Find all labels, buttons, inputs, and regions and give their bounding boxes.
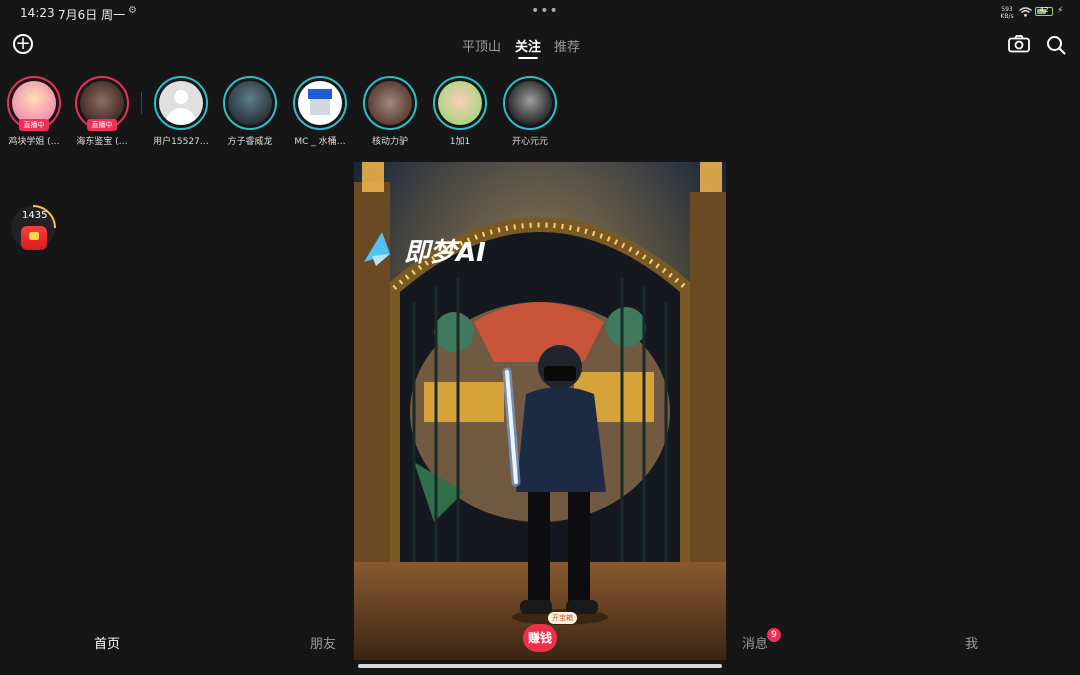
live-badge: 直播中	[19, 119, 49, 131]
story-name: 海东鉴宝 (…	[76, 137, 128, 147]
story-name: 用户15527…	[153, 137, 209, 147]
red-packet-icon[interactable]	[21, 226, 47, 250]
treasure-tag: 开宝箱	[548, 612, 577, 624]
nav-friends[interactable]: 朋友	[310, 633, 336, 652]
search-icon[interactable]	[1046, 35, 1066, 55]
story-item[interactable]: 1加1	[425, 76, 495, 147]
battery-icon: 42	[1035, 6, 1053, 16]
story-item[interactable]: 核动力驴	[355, 76, 425, 147]
charging-icon: ⚡	[1057, 6, 1064, 16]
more-dots-icon[interactable]: •••	[531, 3, 559, 19]
selected-tab-indicator	[518, 57, 538, 59]
avatar	[368, 81, 412, 125]
story-name: 核动力驴	[371, 137, 408, 147]
story-item[interactable]: 方子睿威龙	[215, 76, 285, 147]
story-name: 鸡块学姐 (…	[8, 137, 60, 147]
story-item[interactable]: MC _ 水桶…	[285, 76, 355, 147]
tab-following[interactable]: 关注	[515, 36, 541, 55]
story-item[interactable]: 开心元元	[495, 76, 565, 147]
status-time: 14:23	[20, 6, 55, 20]
story-divider	[141, 92, 142, 114]
story-item[interactable]: 直播中 海东鉴宝 (…	[67, 76, 137, 147]
messages-badge: 9	[767, 628, 781, 642]
camera-icon[interactable]	[1008, 35, 1030, 53]
tab-location[interactable]: 平顶山	[462, 36, 501, 55]
settings-status-icon: ⚙	[128, 5, 137, 16]
story-item[interactable]: 用户15527…	[146, 76, 216, 147]
earn-button[interactable]: 赚钱	[523, 624, 557, 652]
tab-recommend[interactable]: 推荐	[554, 36, 580, 55]
nav-me[interactable]: 我	[965, 633, 978, 652]
live-badge: 直播中	[87, 119, 117, 131]
avatar	[228, 81, 272, 125]
video-watermark: 即梦AI	[404, 238, 486, 268]
status-date: 7月6日 周一	[58, 8, 126, 22]
avatar	[508, 81, 552, 125]
nav-messages[interactable]: 消息	[742, 633, 768, 652]
home-indicator[interactable]	[358, 664, 722, 668]
story-name: 1加1	[449, 137, 471, 147]
avatar	[298, 81, 342, 125]
story-name: 方子睿威龙	[227, 137, 273, 147]
wifi-icon	[1019, 7, 1032, 17]
default-avatar-icon	[159, 81, 203, 125]
add-button[interactable]: +	[13, 34, 33, 54]
coin-count: 1435	[22, 210, 48, 221]
network-speed: 593 KB/s	[1000, 6, 1014, 20]
story-item[interactable]: 直播中 鸡块学姐 (…	[0, 76, 69, 147]
video-player[interactable]: 即梦AI	[354, 162, 726, 660]
avatar	[438, 81, 482, 125]
story-name: MC _ 水桶…	[294, 137, 346, 147]
story-name: 开心元元	[511, 137, 548, 147]
nav-home[interactable]: 首页	[94, 633, 120, 652]
